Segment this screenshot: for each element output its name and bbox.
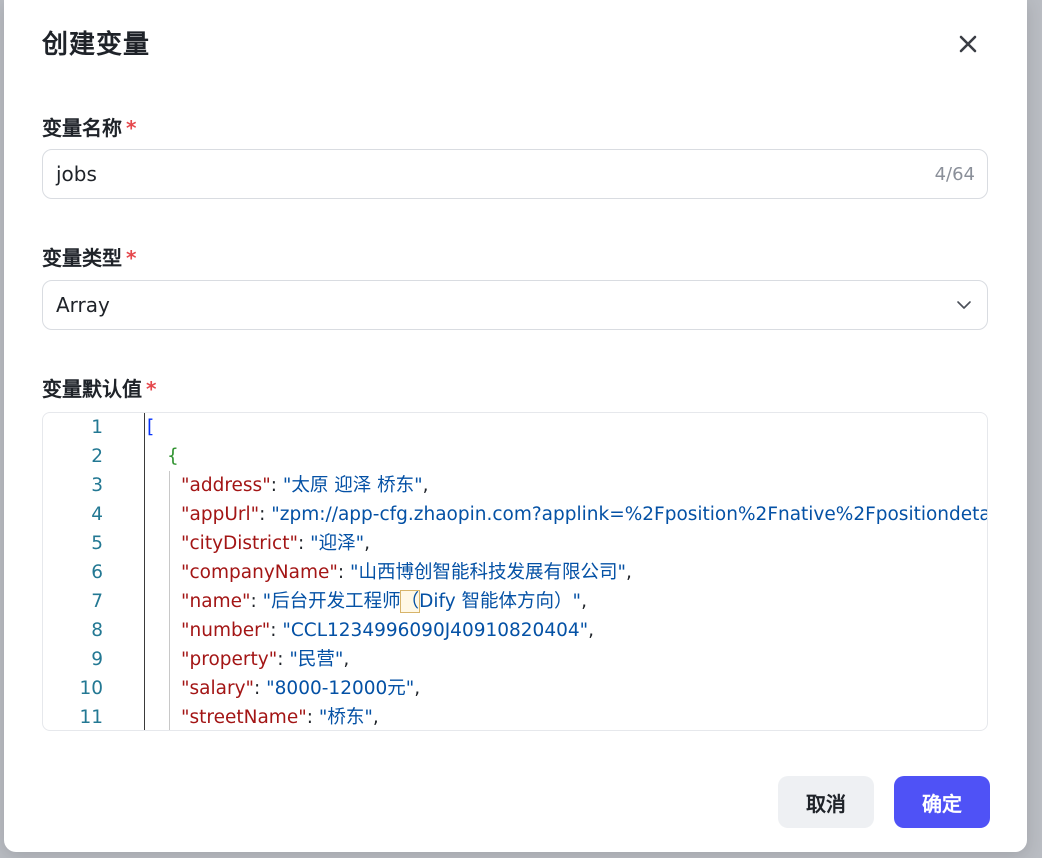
json-punctuation: :: [277, 649, 290, 670]
code-content: "address": "太原 迎泽 桥东",: [181, 471, 429, 500]
json-punctuation: :: [259, 504, 272, 525]
code-content: "property": "民营",: [181, 645, 349, 674]
dialog-title: 创建变量: [42, 30, 151, 60]
json-string: "CCL1234996090J40910820404": [282, 620, 589, 641]
code-content: "appUrl": "zpm://app-cfg.zhaopin.com?app…: [181, 500, 988, 529]
json-key: "number": [181, 620, 271, 641]
highlighted-char: （: [399, 590, 421, 613]
variable-name-value[interactable]: jobs: [56, 162, 935, 186]
json-key: "cityDistrict": [181, 533, 298, 554]
json-string: "迎泽": [310, 533, 365, 554]
code-content: "number": "CCL1234996090J40910820404",: [181, 616, 594, 645]
code-line: 3 "address": "太原 迎泽 桥东",: [43, 471, 987, 500]
json-string: "zpm://app-cfg.zhaopin.com?applink=%2Fpo…: [271, 504, 988, 525]
json-key: "property": [181, 649, 278, 670]
line-number: 4: [91, 504, 103, 525]
line-number: 1: [91, 417, 103, 438]
default-value-label-text: 变量默认值: [42, 377, 142, 401]
line-number: 10: [79, 678, 103, 699]
json-code-editor[interactable]: 1[2{3 "address": "太原 迎泽 桥东", 4 "appUrl": "z…: [42, 412, 988, 731]
json-key: "salary": [181, 678, 255, 699]
cancel-button[interactable]: 取消: [778, 776, 874, 828]
code-content: {: [167, 442, 179, 471]
close-button[interactable]: [952, 28, 984, 60]
code-line: 7 "name": "后台开发工程师（Dify 智能体方向）",: [43, 587, 987, 616]
json-punctuation: :: [250, 591, 263, 612]
code-line: 9 "property": "民营",: [43, 645, 987, 674]
create-variable-dialog: 创建变量 变量名称 * jobs 4/64 变量类型 * Array 变量默认值 * …: [4, 0, 1027, 852]
code-content: "cityDistrict": "迎泽",: [181, 529, 370, 558]
code-content: "salary": "8000-12000元",: [181, 674, 420, 703]
variable-type-value[interactable]: Array: [56, 293, 955, 317]
json-punctuation: :: [337, 562, 350, 583]
code-content: "streetName": "桥东",: [181, 703, 379, 730]
json-punctuation: ,: [372, 707, 379, 728]
json-key: "address": [181, 475, 271, 496]
line-number: 6: [91, 562, 103, 583]
line-number: 11: [79, 707, 103, 728]
code-line: 11 "streetName": "桥东",: [43, 703, 987, 730]
line-number: 7: [91, 591, 103, 612]
json-key: "companyName": [181, 562, 338, 583]
char-counter: 4/64: [934, 163, 975, 185]
line-number: 2: [91, 446, 103, 467]
line-number: 9: [91, 649, 103, 670]
line-number: 3: [91, 475, 103, 496]
json-string: "8000-12000元": [266, 678, 415, 699]
default-value-label: 变量默认值 *: [42, 373, 156, 402]
json-punctuation: ,: [626, 562, 632, 583]
json-punctuation: :: [270, 620, 283, 641]
json-punctuation: ,: [343, 649, 350, 670]
line-number: 8: [91, 620, 103, 641]
variable-name-label-text: 变量名称: [42, 116, 122, 140]
json-key: "appUrl": [181, 504, 260, 525]
confirm-button[interactable]: 确定: [894, 776, 990, 828]
variable-type-label: 变量类型 *: [42, 242, 136, 271]
json-string: "山西博创智能科技发展有限公司": [350, 562, 627, 583]
variable-name-label: 变量名称 *: [42, 112, 136, 141]
json-punctuation: :: [254, 678, 267, 699]
variable-type-select[interactable]: Array: [42, 280, 988, 330]
chevron-down-icon[interactable]: [955, 296, 973, 314]
json-bracket: {: [167, 446, 179, 467]
json-punctuation: ,: [588, 620, 595, 641]
json-string: Dify 智能体方向）": [419, 591, 582, 612]
json-punctuation: ,: [581, 591, 587, 612]
close-icon[interactable]: [958, 34, 978, 54]
json-key: "name": [181, 591, 251, 612]
json-string: "桥东": [318, 707, 373, 728]
code-content: [: [147, 413, 154, 442]
variable-type-label-text: 变量类型: [42, 246, 122, 270]
code-line: 5 "cityDistrict": "迎泽",: [43, 529, 987, 558]
code-line: 1[: [43, 413, 987, 442]
required-mark: *: [126, 116, 137, 140]
code-line: 2{: [43, 442, 987, 471]
variable-name-input[interactable]: jobs 4/64: [42, 149, 988, 199]
json-punctuation: :: [297, 533, 311, 554]
required-mark: *: [146, 377, 157, 401]
json-punctuation: :: [306, 707, 319, 728]
json-string: "太原 迎泽 桥东": [282, 475, 423, 496]
json-string: "后台开发工程师: [262, 591, 401, 612]
json-punctuation: ,: [364, 533, 371, 554]
code-line: 8 "number": "CCL1234996090J40910820404",: [43, 616, 987, 645]
code-line: 4 "appUrl": "zpm://app-cfg.zhaopin.com?ap…: [43, 500, 988, 529]
json-punctuation: ,: [422, 475, 429, 496]
code-content: "companyName": "山西博创智能科技发展有限公司",: [181, 558, 632, 587]
code-line: 6 "companyName": "山西博创智能科技发展有限公司",: [43, 558, 987, 587]
line-number: 5: [91, 533, 103, 554]
code-line: 10 "salary": "8000-12000元",: [43, 674, 987, 703]
json-punctuation: :: [270, 475, 283, 496]
required-mark: *: [126, 246, 137, 270]
json-punctuation: ,: [414, 678, 421, 699]
code-content: "name": "后台开发工程师（Dify 智能体方向）",: [181, 587, 587, 616]
json-bracket: [: [147, 417, 155, 438]
json-string: "民营": [289, 649, 344, 670]
json-key: "streetName": [181, 707, 307, 728]
